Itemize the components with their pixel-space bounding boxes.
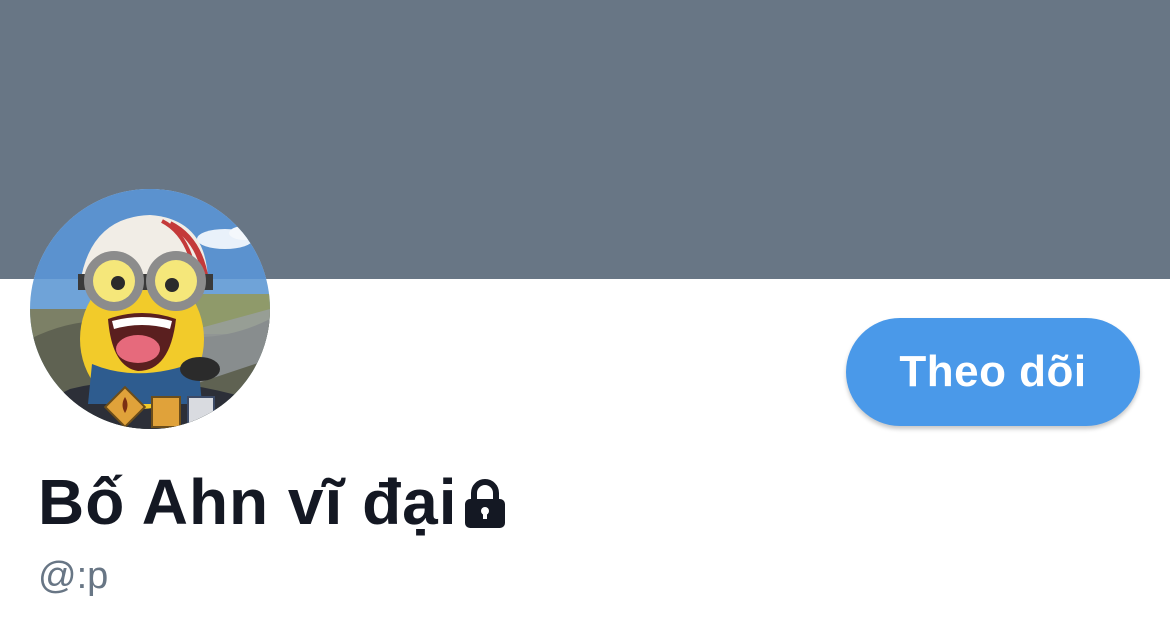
minion-avatar-image xyxy=(30,189,270,429)
profile-avatar[interactable] xyxy=(30,189,270,429)
profile-display-name: Bố Ahn vĩ đại xyxy=(38,462,508,542)
follow-button[interactable]: Theo dõi xyxy=(846,318,1140,426)
profile-handle: @:p xyxy=(38,555,109,597)
lock-icon xyxy=(462,478,508,530)
display-name-text: Bố Ahn vĩ đại xyxy=(38,466,458,538)
